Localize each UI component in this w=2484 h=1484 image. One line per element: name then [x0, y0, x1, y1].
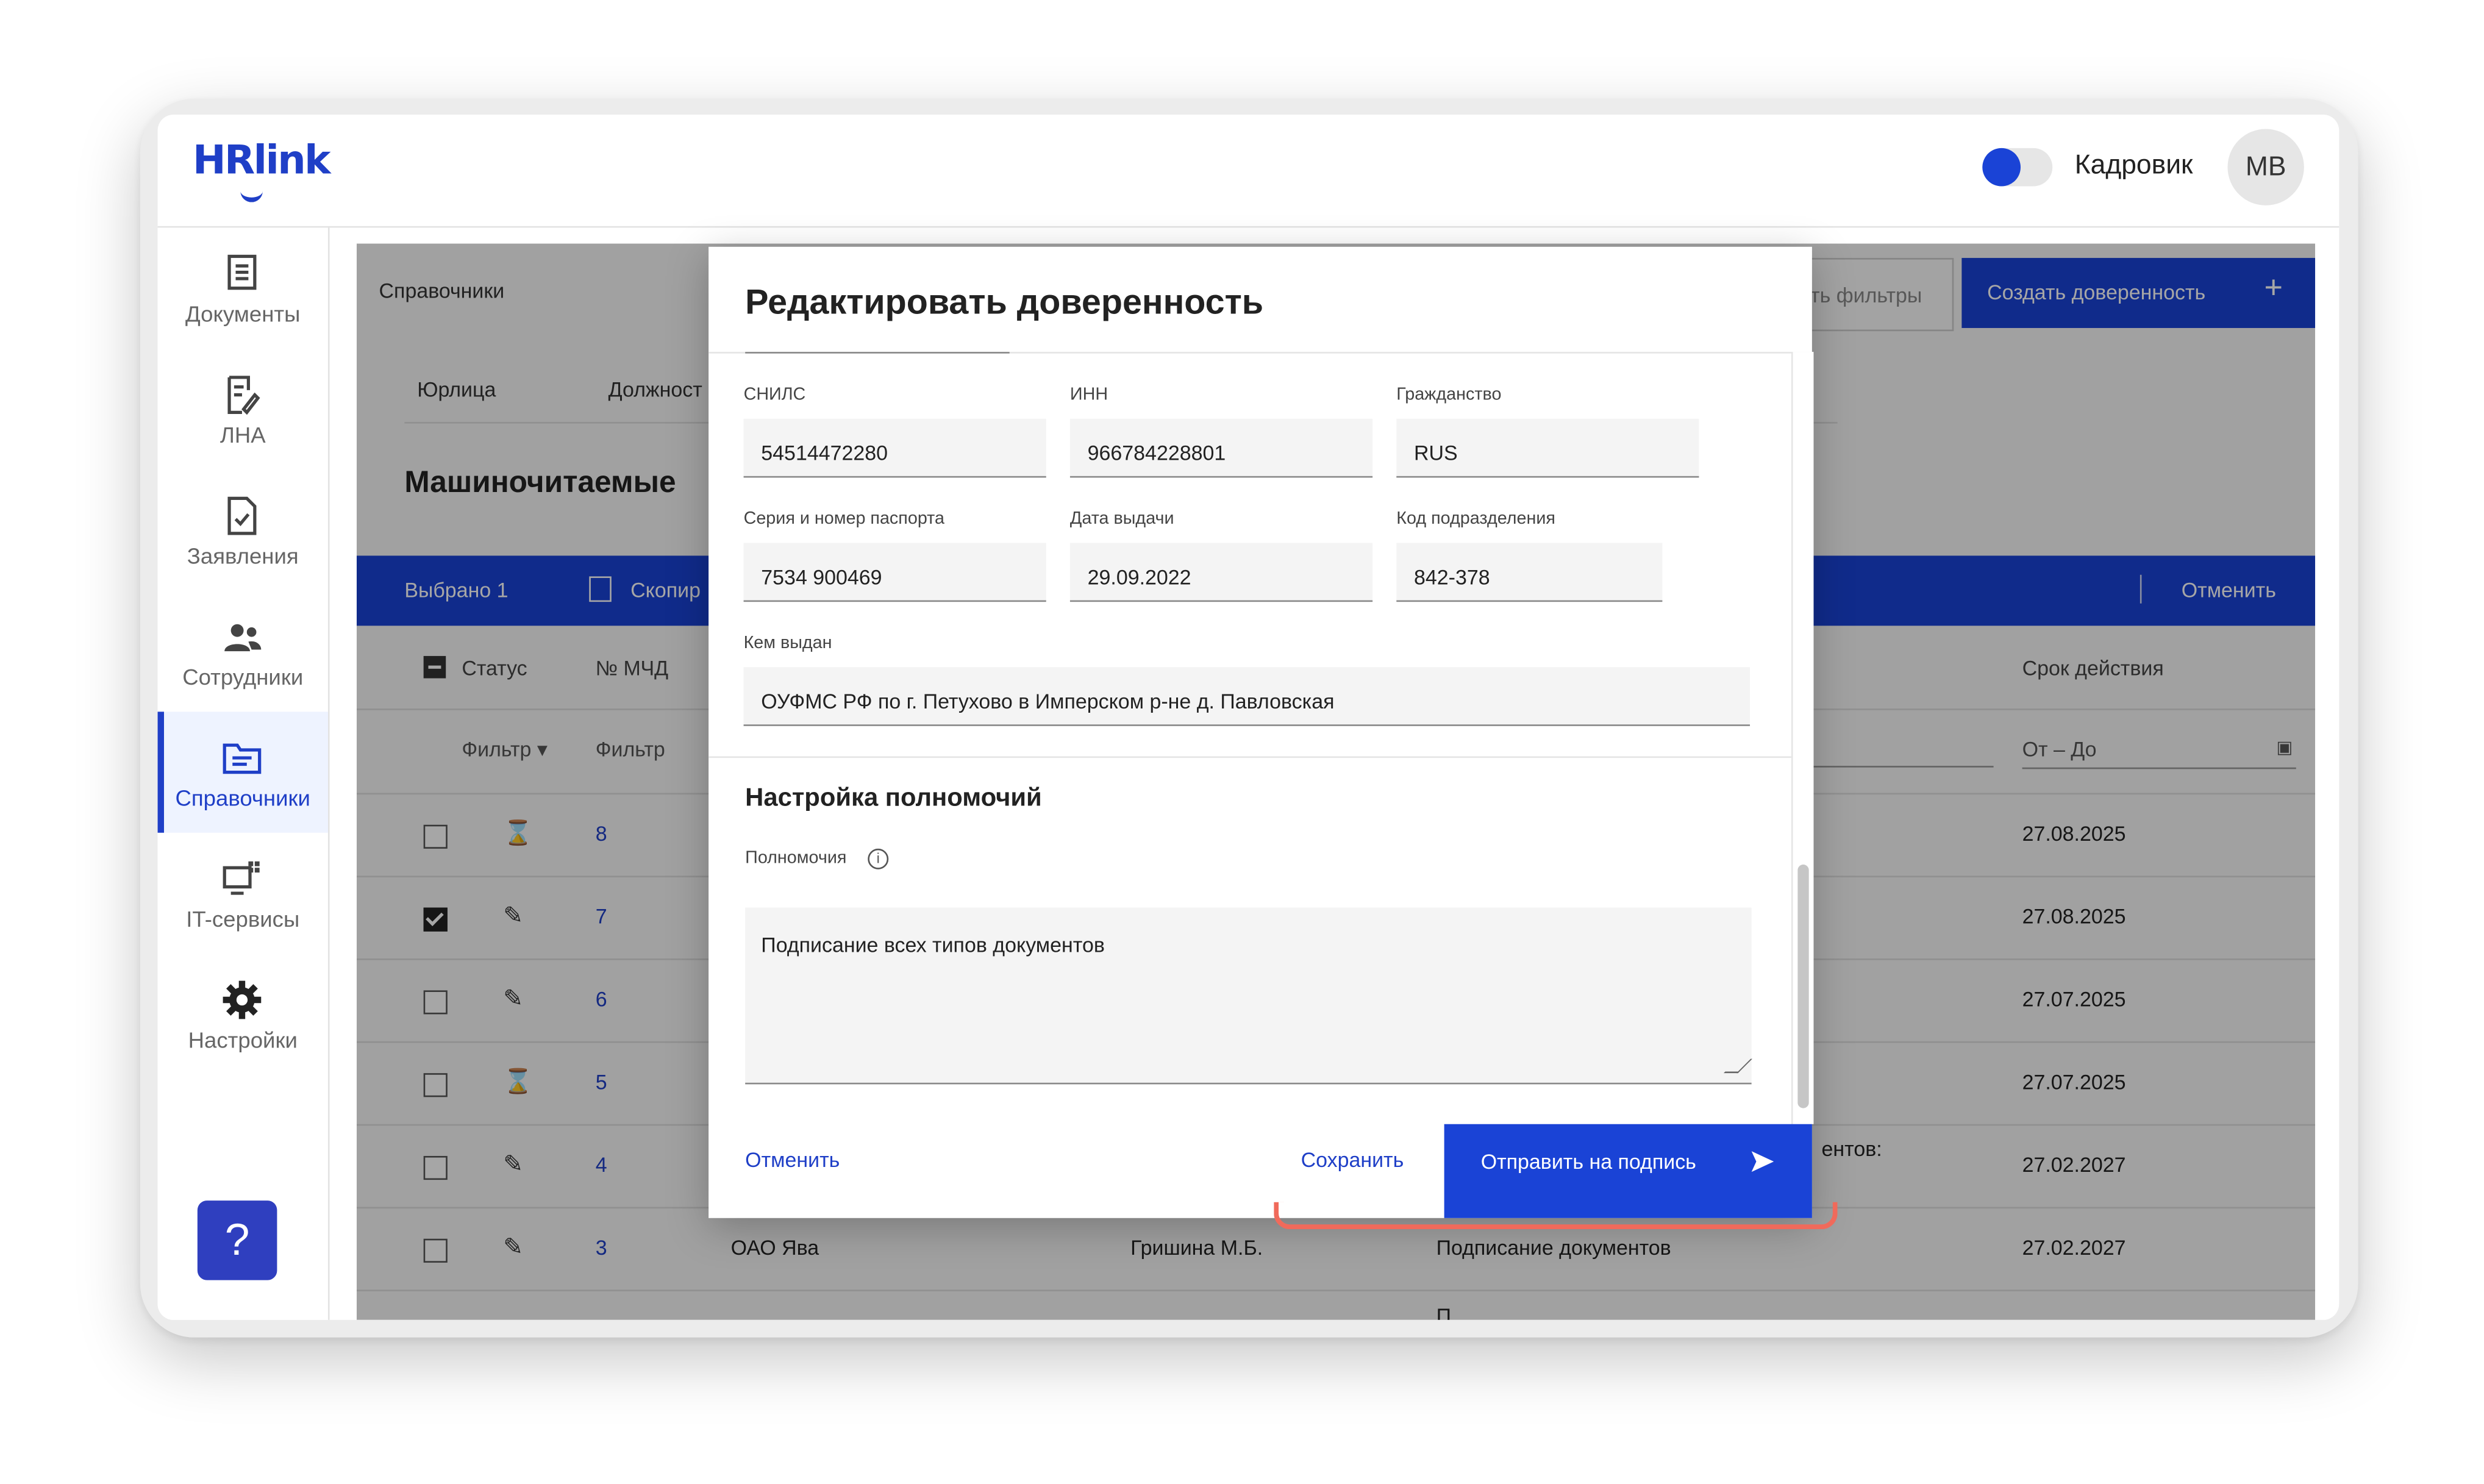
modal-save-button[interactable]: Сохранить	[1301, 1148, 1404, 1172]
passport-field[interactable]: 7534 900469	[743, 543, 1046, 602]
modal-title: Редактировать доверенность	[745, 282, 1264, 322]
hrlink-logo[interactable]: HRlink	[193, 137, 331, 202]
dept-code-field[interactable]: 842-378	[1396, 543, 1663, 602]
sidebar-item-documents[interactable]: Документы	[158, 227, 328, 348]
powers-section-title: Настройка полномочий	[745, 785, 1042, 812]
modal-scrollbar[interactable]	[1791, 352, 1814, 1124]
resize-handle[interactable]	[1723, 1058, 1752, 1074]
it-services-icon	[223, 861, 260, 895]
sidebar-item-it-services[interactable]: IT-сервисы	[158, 833, 328, 954]
help-button[interactable]: ?	[197, 1200, 277, 1280]
employees-icon	[224, 624, 262, 652]
powers-label: Полномочия	[745, 848, 847, 868]
citizenship-label: Гражданство	[1396, 385, 1502, 405]
documents-icon	[227, 254, 257, 290]
issued-by-field[interactable]: ОУФМС РФ по г. Петухово в Имперском р-не…	[743, 667, 1751, 726]
modal-cancel-button[interactable]: Отменить	[745, 1148, 840, 1172]
highlight-annotation	[1274, 1202, 1838, 1230]
passport-label: Серия и номер паспорта	[743, 509, 944, 529]
lna-icon	[227, 376, 260, 415]
snils-field[interactable]: 54514472280	[743, 418, 1046, 478]
issue-date-field[interactable]: 29.09.2022	[1069, 543, 1373, 602]
sidebar: Документы ЛНА Заявления Сотрудники Справ…	[157, 227, 330, 1320]
user-avatar[interactable]: МВ	[2227, 129, 2304, 205]
sidebar-item-lna[interactable]: ЛНА	[158, 349, 328, 469]
role-label: Кадровик	[2074, 149, 2193, 180]
sidebar-item-settings[interactable]: Настройки	[158, 954, 328, 1074]
inn-label: ИНН	[1069, 385, 1108, 405]
applications-icon	[227, 496, 257, 535]
citizenship-field[interactable]: RUS	[1396, 418, 1699, 478]
active-indicator	[157, 712, 164, 833]
screenshot-stage: HRlink Кадровик МВ Документы ЛНА Заявлен…	[0, 0, 2484, 1484]
send-icon	[1751, 1151, 1774, 1172]
dept-code-label: Код подразделения	[1396, 509, 1555, 529]
header-divider	[157, 226, 2339, 228]
info-icon[interactable]: i	[868, 848, 889, 869]
references-icon	[223, 743, 262, 774]
scrolled-field-underline	[745, 352, 1010, 354]
edit-poa-modal: Редактировать доверенность СНИЛС 5451447…	[708, 246, 1814, 1218]
issued-by-label: Кем выдан	[743, 633, 832, 653]
section-divider	[708, 756, 1791, 758]
scrollbar-thumb[interactable]	[1797, 865, 1809, 1108]
inn-field[interactable]: 966784228801	[1069, 418, 1373, 478]
sidebar-item-applications[interactable]: Заявления	[158, 469, 328, 590]
sidebar-item-references[interactable]: Справочники	[157, 712, 328, 833]
powers-textarea[interactable]: Подписание всех типов документов	[745, 907, 1752, 1085]
sidebar-item-employees[interactable]: Сотрудники	[158, 591, 328, 712]
issue-date-label: Дата выдачи	[1069, 509, 1174, 529]
settings-icon	[223, 980, 262, 1019]
role-toggle[interactable]	[1982, 148, 2053, 187]
snils-label: СНИЛС	[743, 385, 806, 405]
